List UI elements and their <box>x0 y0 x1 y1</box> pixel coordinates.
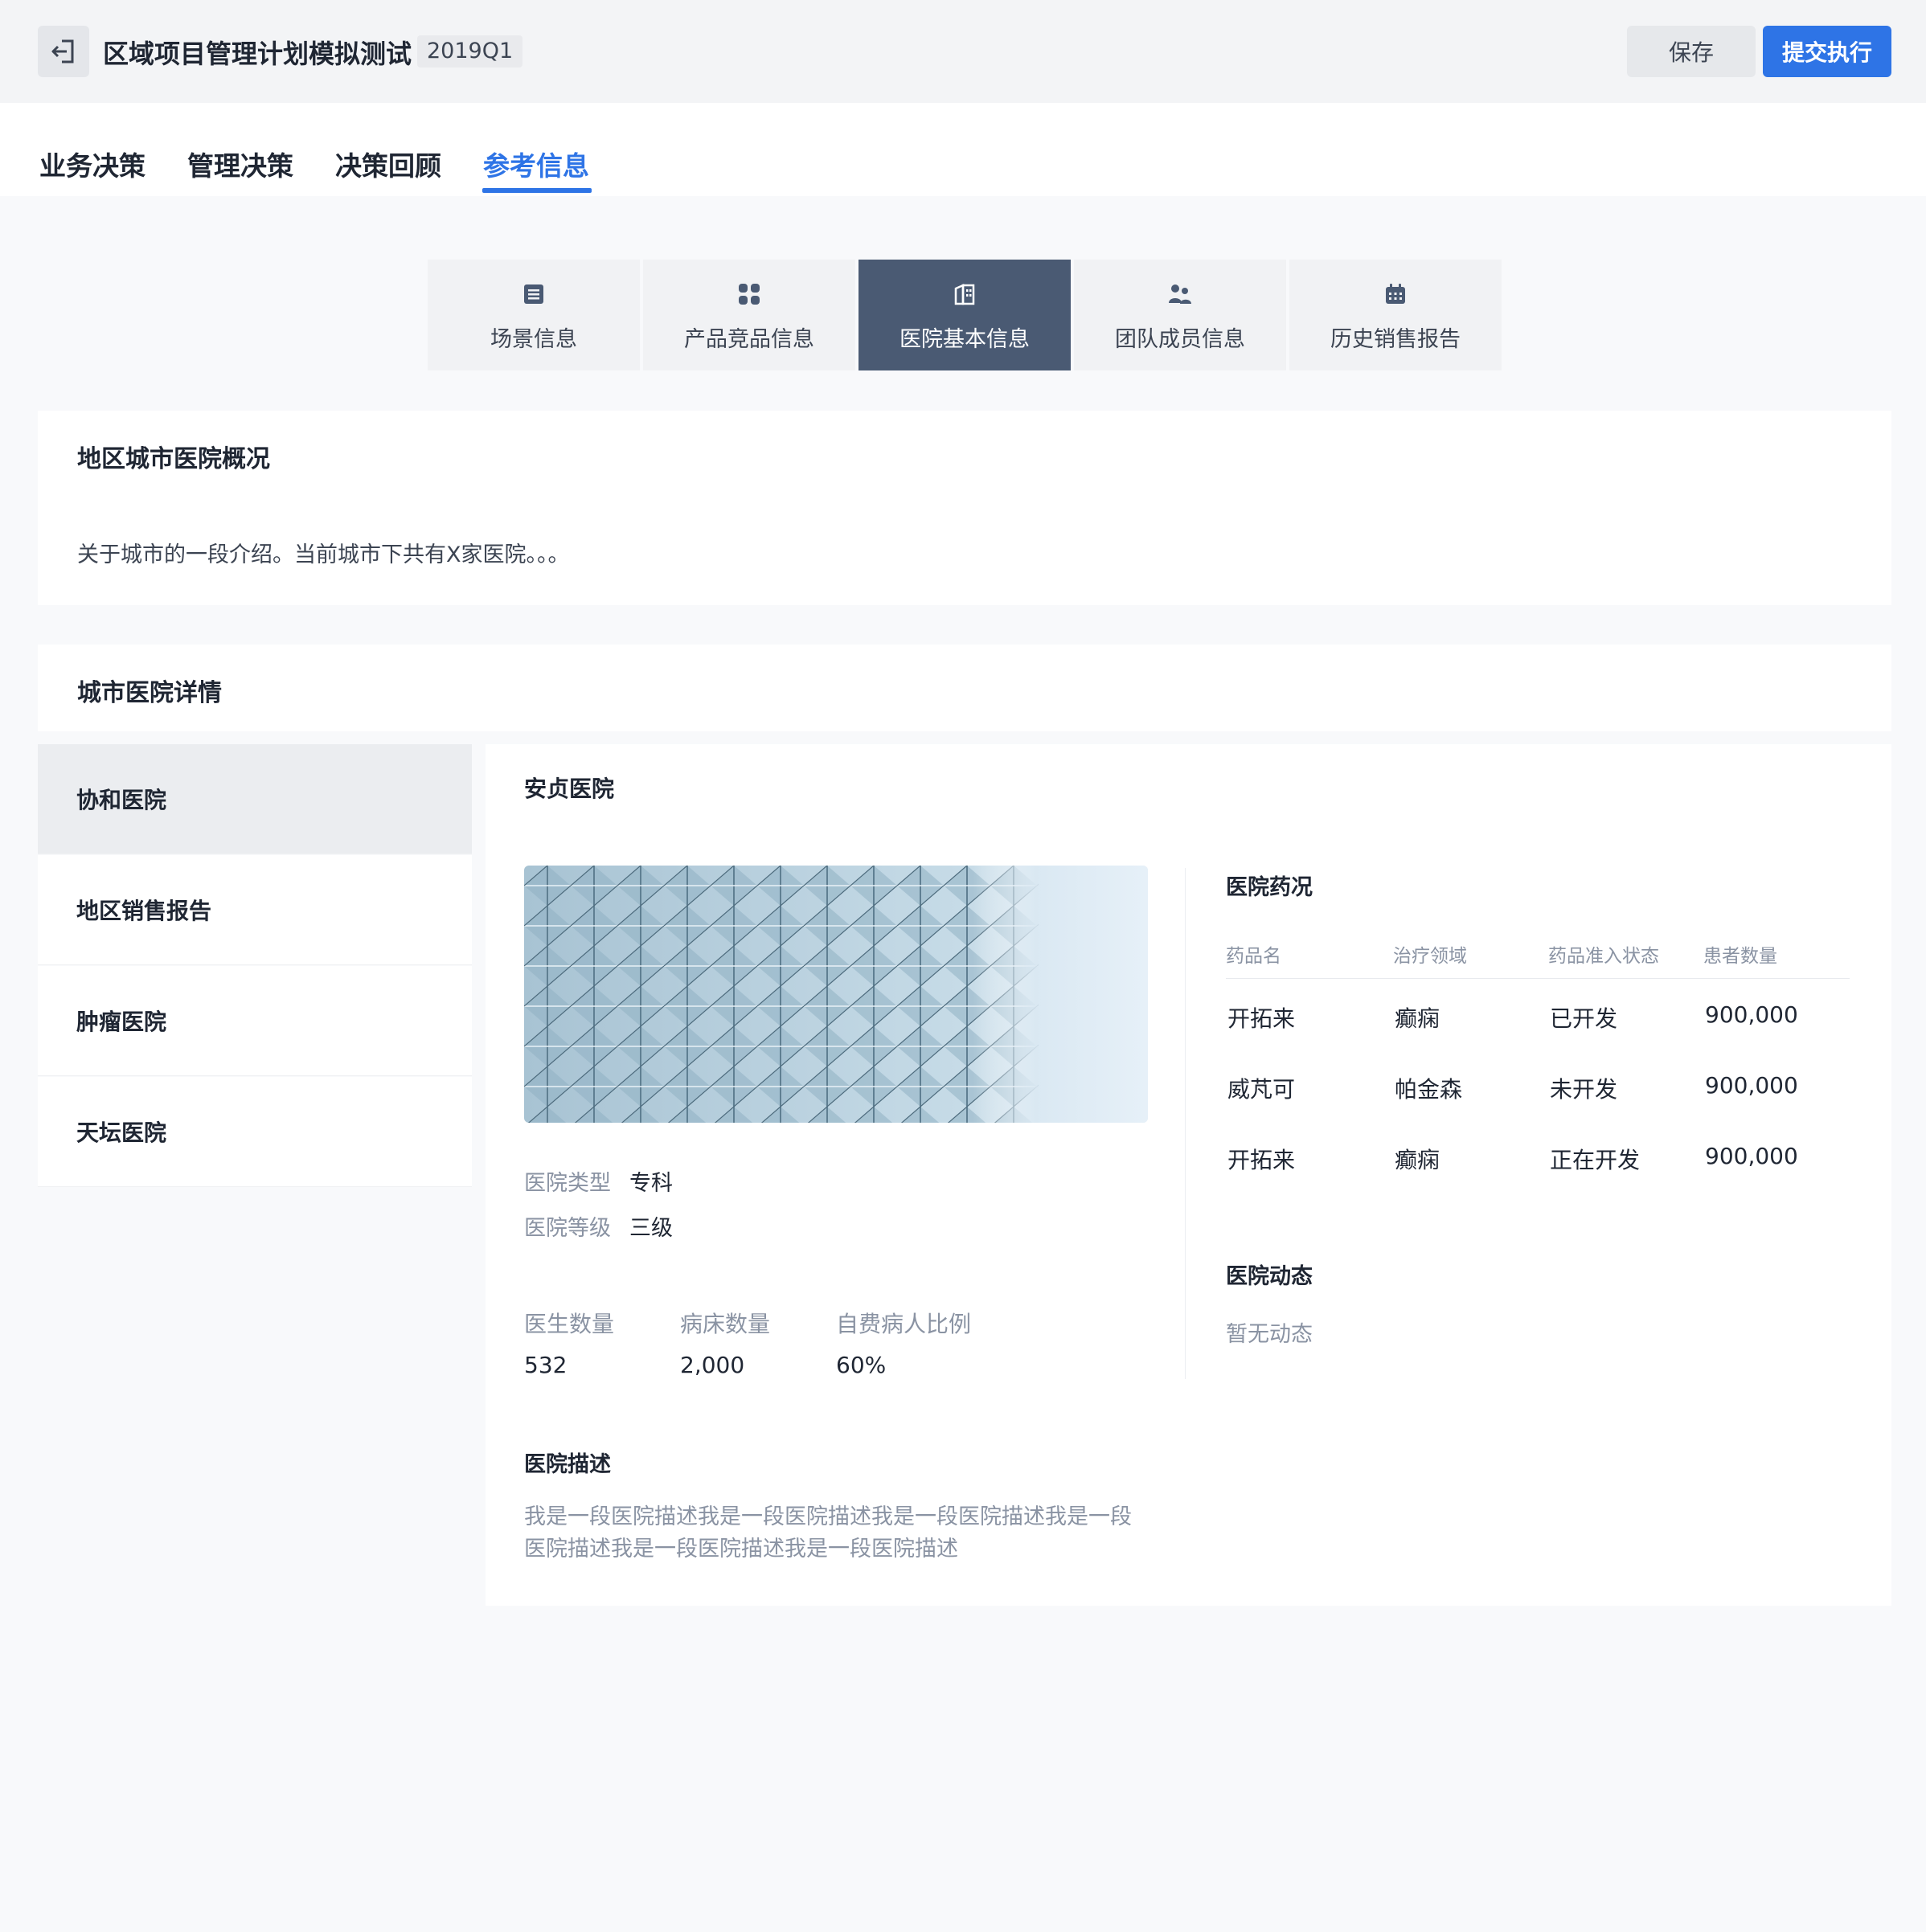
news-title: 医院动态 <box>1226 1264 1313 1289</box>
team-icon <box>1169 284 1191 304</box>
doctor-count-label: 医生数量 <box>524 1311 615 1337</box>
column-divider <box>1185 868 1186 1379</box>
overview-text: 关于城市的一段介绍。当前城市下共有X家医院。。。 <box>77 542 570 567</box>
hospital-name: 安贞医院 <box>524 776 615 802</box>
exit-icon <box>51 39 74 63</box>
subtab-label: 产品竞品信息 <box>684 326 814 352</box>
bed-count-value: 2,000 <box>680 1352 745 1378</box>
save-button[interactable]: 保存 <box>1627 26 1756 77</box>
overview-title: 地区城市医院概况 <box>77 445 270 473</box>
grid-icon <box>739 283 760 305</box>
hospital-list-item[interactable]: 地区销售报告 <box>38 855 472 965</box>
top-bar: 区域项目管理计划模拟测试 2019Q1 保存 提交执行 <box>0 0 1926 103</box>
table-header-patients: 患者数量 <box>1703 946 1777 967</box>
table-cell: 未开发 <box>1550 1076 1618 1103</box>
overview-card <box>38 411 1891 605</box>
table-header-area: 治疗领域 <box>1393 946 1467 967</box>
tab-management-decision[interactable]: 管理决策 <box>187 145 293 183</box>
self-pay-ratio-label: 自费病人比例 <box>836 1311 972 1337</box>
subtab-label: 医院基本信息 <box>899 326 1030 352</box>
tab-reference-info[interactable]: 参考信息 <box>483 145 589 183</box>
table-cell: 900,000 <box>1705 1001 1798 1028</box>
table-header-status: 药品准入状态 <box>1548 946 1659 967</box>
subtab-label: 历史销售报告 <box>1330 326 1461 352</box>
subtab-label: 场景信息 <box>490 326 577 352</box>
table-cell: 癫痫 <box>1395 1005 1440 1032</box>
tab-decision-review[interactable]: 决策回顾 <box>335 145 441 183</box>
subtab-scene-info[interactable]: 场景信息 <box>428 260 640 370</box>
details-title: 城市医院详情 <box>77 679 222 707</box>
table-cell: 开拓来 <box>1227 1005 1296 1032</box>
period-badge: 2019Q1 <box>417 35 523 68</box>
table-cell: 威芃可 <box>1227 1076 1296 1103</box>
table-header-drug: 药品名 <box>1226 946 1281 967</box>
building-icon <box>954 283 975 305</box>
news-empty-text: 暂无动态 <box>1226 1322 1313 1347</box>
hospital-photo <box>524 866 1148 1123</box>
details-header-card <box>38 645 1891 731</box>
description-text: 我是一段医院描述我是一段医院描述我是一段医院描述我是一段医院描述我是一段医院描述… <box>524 1504 1132 1562</box>
page-title: 区域项目管理计划模拟测试 <box>103 39 412 69</box>
main-tab-bar: 业务决策 管理决策 决策回顾 参考信息 <box>0 103 1926 196</box>
drugs-title: 医院药况 <box>1226 875 1313 900</box>
subtab-team-members[interactable]: 团队成员信息 <box>1074 260 1286 370</box>
hospital-level-value: 三级 <box>629 1216 673 1241</box>
bed-count-label: 病床数量 <box>680 1311 771 1337</box>
active-tab-indicator <box>482 188 592 193</box>
table-cell: 900,000 <box>1705 1072 1798 1099</box>
table-cell: 已开发 <box>1550 1005 1618 1032</box>
submit-button[interactable]: 提交执行 <box>1763 26 1891 77</box>
subtab-product-competitor[interactable]: 产品竞品信息 <box>643 260 855 370</box>
hospital-level-label: 医院等级 <box>524 1216 611 1241</box>
calendar-icon <box>1386 283 1405 304</box>
description-title: 医院描述 <box>524 1452 611 1477</box>
table-header-divider <box>1226 978 1850 979</box>
subtab-label: 团队成员信息 <box>1115 326 1245 352</box>
hospital-list-item[interactable]: 协和医院 <box>38 744 472 854</box>
hospital-list-item[interactable]: 天坛医院 <box>38 1077 472 1187</box>
tab-business-decision[interactable]: 业务决策 <box>39 145 145 183</box>
self-pay-ratio-value: 60% <box>836 1352 887 1378</box>
list-icon <box>524 284 543 304</box>
subtab-sales-history[interactable]: 历史销售报告 <box>1289 260 1502 370</box>
table-cell: 癫痫 <box>1395 1147 1440 1173</box>
table-cell: 帕金森 <box>1395 1076 1463 1103</box>
subtab-hospital-basic[interactable]: 医院基本信息 <box>859 260 1071 370</box>
exit-button[interactable] <box>38 26 89 77</box>
hospital-type-label: 医院类型 <box>524 1171 611 1196</box>
table-cell: 开拓来 <box>1227 1147 1296 1173</box>
hospital-type-value: 专科 <box>629 1171 673 1196</box>
table-cell: 900,000 <box>1705 1143 1798 1169</box>
hospital-list-item[interactable]: 肿瘤医院 <box>38 966 472 1076</box>
doctor-count-value: 532 <box>524 1352 568 1378</box>
table-cell: 正在开发 <box>1550 1147 1641 1173</box>
